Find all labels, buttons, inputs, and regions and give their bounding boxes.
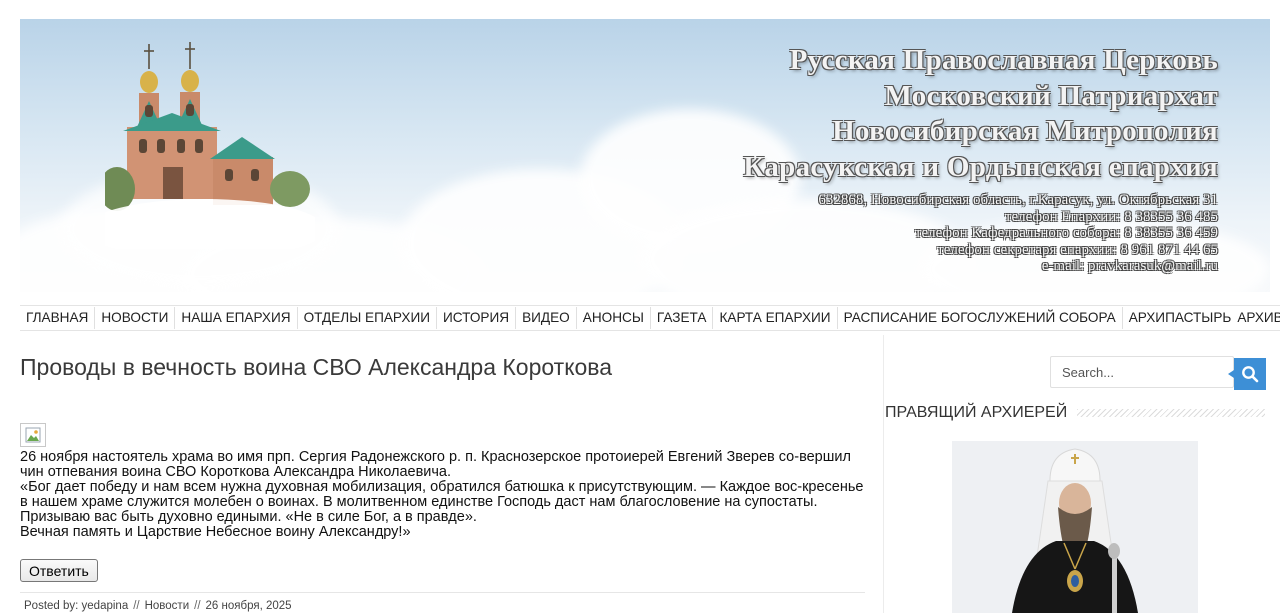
nav-item-archpastor[interactable]: АРХИПАСТЫРЬ xyxy=(1123,307,1235,329)
bishop-photo xyxy=(952,441,1198,613)
reply-button[interactable]: Ответить xyxy=(20,559,98,582)
post-paragraph: «Бог дает победу и нам всем нужна духовн… xyxy=(20,479,864,525)
diocese-contacts: 632868, Новосибирская область, г.Карасук… xyxy=(818,192,1218,275)
meta-separator: // xyxy=(133,600,140,612)
post-paragraph: Вечная память и Царствие Небесное воину … xyxy=(20,524,411,540)
phone-line: телефон секретаря епархии: 8 961 871 44 … xyxy=(937,241,1218,258)
post-author[interactable]: Posted by: yedapina xyxy=(24,600,128,612)
ruling-bishop-heading: ПРАВЯЩИЙ АРХИЕРЕЙ xyxy=(885,403,1265,423)
search-icon xyxy=(1242,366,1259,383)
diocese-titles: Русская Православная Церковь Московский … xyxy=(743,43,1218,185)
broken-image-icon xyxy=(20,423,46,447)
heading-decoration xyxy=(1077,409,1265,417)
phone-line: телефон Епархии: 8 38355 36 485 xyxy=(1004,208,1218,225)
search-button[interactable] xyxy=(1228,358,1266,390)
nav-item-departments[interactable]: ОТДЕЛЫ ЕПАРХИИ xyxy=(298,307,437,329)
church-image xyxy=(105,42,315,249)
search-input[interactable] xyxy=(1050,356,1234,388)
widget-title-text: ПРАВЯЩИЙ АРХИЕРЕЙ xyxy=(885,404,1068,421)
nav-item-archive[interactable]: АРХИВ xyxy=(1234,307,1280,329)
address-line: 632868, Новосибирская область, г.Карасук… xyxy=(818,192,1218,208)
nav-item-home[interactable]: ГЛАВНАЯ xyxy=(20,307,96,329)
post-meta: Posted by: yedapina // Новости // 26 ноября,… xyxy=(20,592,865,612)
sidebar-divider xyxy=(883,335,884,613)
post-date: 26 ноября, 2025 xyxy=(205,600,292,612)
post-title: Проводы в вечность воина СВО Александра … xyxy=(20,354,613,380)
banner-title-line: Русская Православная Церковь xyxy=(789,44,1218,76)
nav-item-video[interactable]: ВИДЕО xyxy=(516,307,577,329)
post-body: 26 ноября настоятель храма во имя прп. С… xyxy=(20,450,865,540)
nav-item-newspaper[interactable]: ГАЗЕТА xyxy=(651,307,714,329)
nav-item-news[interactable]: НОВОСТИ xyxy=(95,307,176,329)
banner-title-line: Новосибирская Митрополия xyxy=(832,115,1218,147)
post-category-link[interactable]: Новости xyxy=(145,600,190,612)
banner-title-line: Московский Патриархат xyxy=(884,79,1218,112)
nav-item-our-diocese[interactable]: НАША ЕПАРХИЯ xyxy=(175,307,298,329)
nav-item-announcements[interactable]: АНОНСЫ xyxy=(577,307,651,329)
phone-line: телефон Кафедрального собора: 8 38355 36… xyxy=(914,225,1218,241)
header-banner: Русская Православная Церковь Московский … xyxy=(20,19,1270,292)
banner-title-line: Карасукская и Ордынская епархия xyxy=(743,150,1218,183)
nav-item-diocese-map[interactable]: КАРТА ЕПАРХИИ xyxy=(713,307,838,329)
email-line: e-mail: pravkarasuk@mail.ru xyxy=(1041,258,1218,274)
nav-item-service-schedule[interactable]: РАСПИСАНИЕ БОГОСЛУЖЕНИЙ СОБОРА xyxy=(838,307,1123,329)
main-nav: ГЛАВНАЯ НОВОСТИ НАША ЕПАРХИЯ ОТДЕЛЫ ЕПАР… xyxy=(20,305,1280,331)
nav-item-history[interactable]: ИСТОРИЯ xyxy=(437,307,517,329)
post-paragraph: 26 ноября настоятель храма во имя прп. С… xyxy=(20,449,851,480)
meta-separator: // xyxy=(194,600,201,612)
post-content: Проводы в вечность воина СВО Александра … xyxy=(20,340,865,612)
